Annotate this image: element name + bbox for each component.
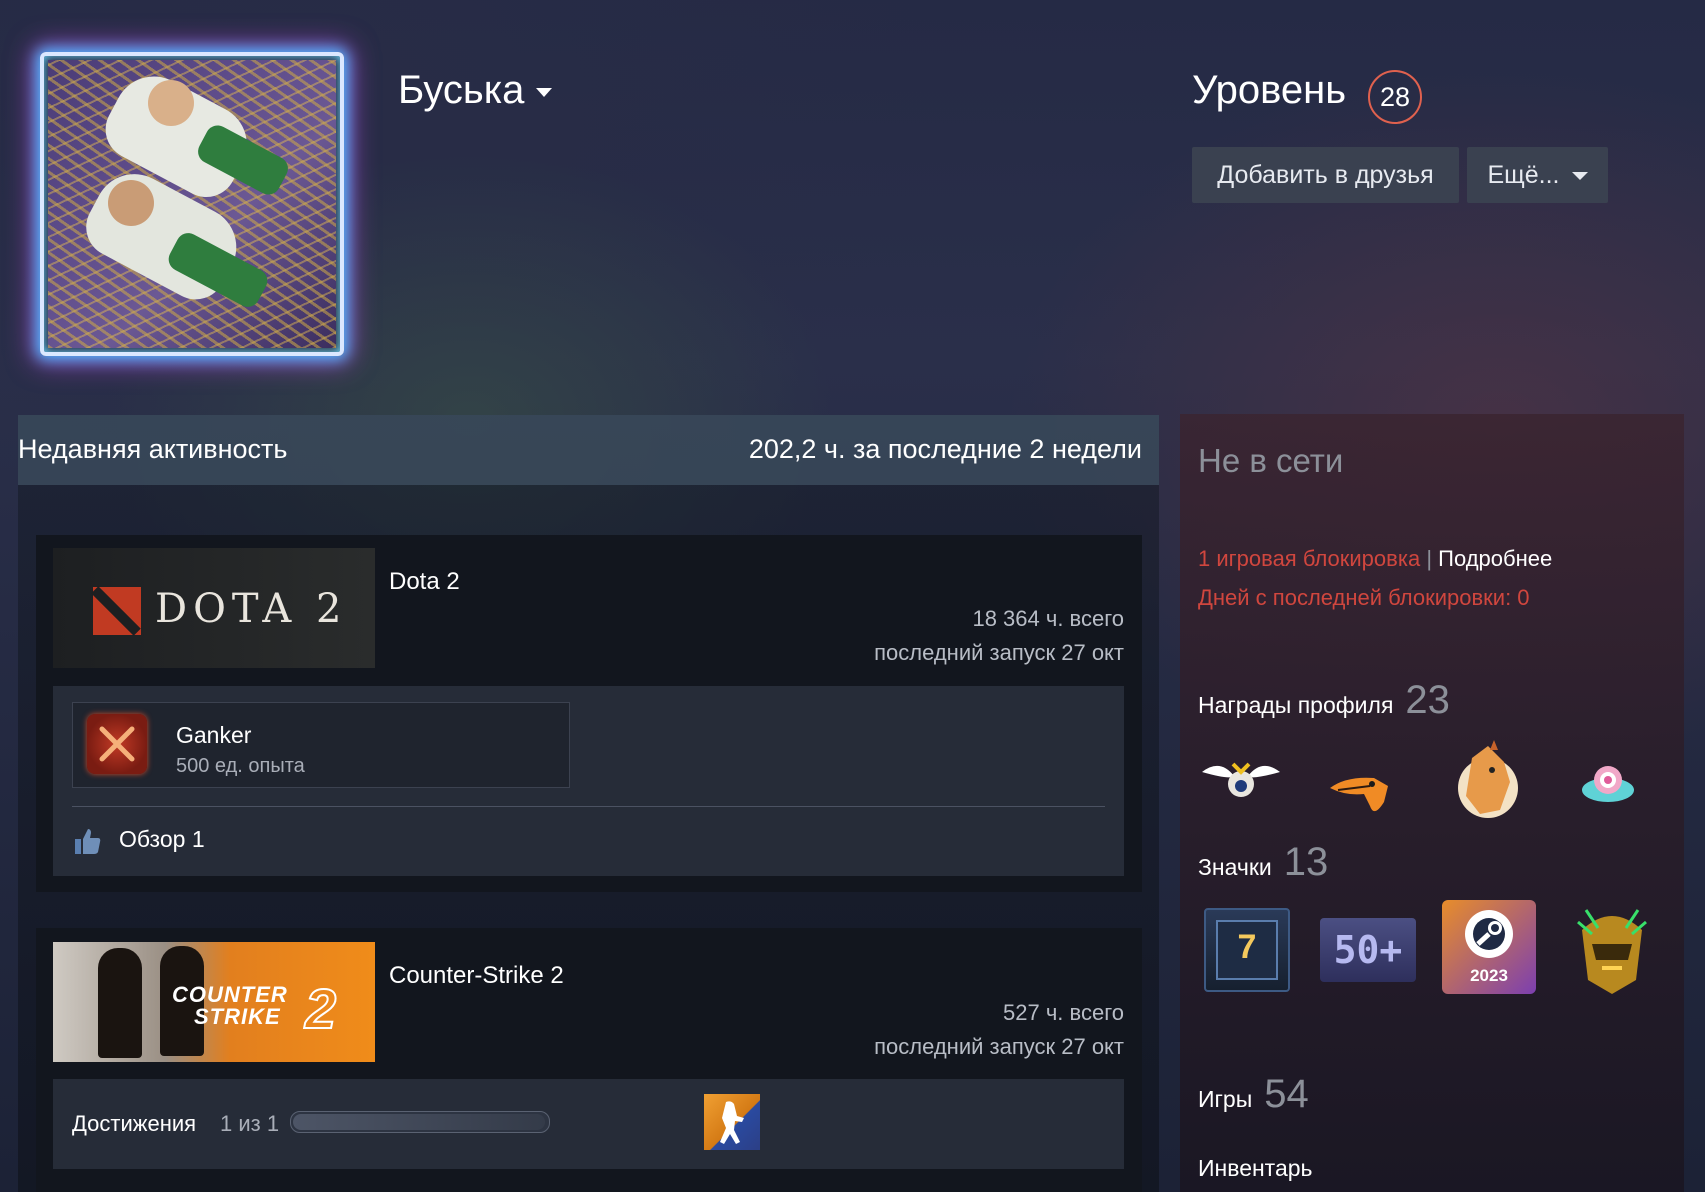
cs-capsule-line2: STRIKE	[194, 1004, 281, 1029]
achievement-icon	[87, 714, 147, 774]
badges-count: 13	[1283, 840, 1329, 884]
helmet-badge[interactable]	[1572, 900, 1652, 996]
game-name-link[interactable]: Dota 2	[389, 568, 460, 596]
avatar-frame[interactable]	[40, 52, 344, 356]
awards-label: Награды профиля	[1198, 692, 1394, 718]
game-stats: 527 ч. всего последний запуск 27 окт	[874, 996, 1124, 1064]
avatar	[48, 60, 336, 348]
horse-award-icon[interactable]	[1452, 740, 1524, 827]
cs-capsule-text: COUNTER STRIKE	[172, 984, 288, 1028]
avatar-figure	[108, 180, 154, 226]
years-badge-number: 7	[1237, 928, 1257, 966]
cs-soldier-figure	[98, 948, 142, 1058]
divider	[72, 806, 1105, 807]
years-of-service-badge[interactable]: 7	[1204, 908, 1290, 992]
ban-info: 1 игровая блокировка | Подробнее	[1198, 546, 1552, 572]
ban-details-link[interactable]: Подробнее	[1438, 546, 1552, 571]
cs-capsule-line1: COUNTER	[172, 982, 288, 1007]
chevron-down-icon	[1571, 172, 1588, 181]
avatar-figure	[148, 80, 194, 126]
game-details-cs2	[53, 1079, 1124, 1169]
game-total-hours: 527 ч. всего	[1003, 1000, 1124, 1025]
games-label: Игры	[1198, 1086, 1253, 1112]
game-name-link[interactable]: Counter-Strike 2	[389, 962, 564, 990]
games-owned-badge[interactable]: 50+	[1320, 918, 1416, 982]
games-row[interactable]: Игры 54	[1198, 1072, 1309, 1117]
game-last-played: последний запуск 27 окт	[874, 1034, 1124, 1059]
game-stats: 18 364 ч. всего последний запуск 27 окт	[874, 602, 1124, 670]
achievement-name: Ganker	[176, 722, 252, 748]
inventory-link[interactable]: Инвентарь	[1198, 1155, 1313, 1182]
badges-row[interactable]: Значки 13	[1198, 840, 1328, 885]
add-friend-button[interactable]: Добавить в друзья	[1192, 147, 1459, 203]
ban-count: 1 игровая блокировка	[1198, 546, 1421, 571]
badges-label: Значки	[1198, 854, 1272, 880]
year-review-badge[interactable]: 2023	[1442, 900, 1536, 994]
game-total-hours: 18 364 ч. всего	[972, 606, 1124, 631]
awards-count: 23	[1405, 678, 1450, 722]
achievement-xp: 500 ед. опыта	[176, 755, 305, 777]
thumbs-up-icon	[72, 826, 102, 856]
games-owned-badge-text: 50+	[1333, 928, 1403, 972]
ban-separator: |	[1426, 546, 1433, 571]
achievements-progress-fill	[293, 1114, 545, 1130]
chevron-down-icon	[536, 87, 553, 97]
more-label: Ещё...	[1487, 161, 1560, 189]
more-button[interactable]: Ещё...	[1467, 147, 1608, 203]
cs-capsule-number: 2	[304, 976, 337, 1041]
achievements-progress-bar	[290, 1111, 550, 1133]
steam-logo-icon	[1465, 910, 1513, 958]
awards-row[interactable]: Награды профиля 23	[1198, 678, 1450, 723]
inventory-label: Инвентарь	[1198, 1155, 1313, 1181]
online-status: Не в сети	[1198, 442, 1344, 479]
bird-award-icon[interactable]	[1200, 750, 1282, 813]
profile-name: Буська	[398, 68, 525, 112]
cs2-achievement-icon[interactable]	[704, 1094, 760, 1150]
add-friend-label: Добавить в друзья	[1217, 161, 1434, 189]
dota-logo-icon	[93, 587, 141, 635]
games-count: 54	[1264, 1072, 1309, 1116]
cloud-award-icon[interactable]	[1580, 762, 1636, 809]
achievements-count: 1 из 1	[220, 1111, 280, 1136]
achievements-link[interactable]: Достижения	[72, 1111, 196, 1137]
profile-name-menu[interactable]: Буська	[398, 68, 553, 113]
review-link[interactable]: Обзор 1	[119, 826, 205, 853]
lizard-award-icon[interactable]	[1326, 762, 1398, 825]
level-label: Уровень	[1192, 68, 1347, 112]
recent-activity-title: Недавняя активность	[18, 434, 288, 464]
recent-activity-hours: 202,2 ч. за последние 2 недели	[748, 434, 1142, 464]
days-since-ban: Дней с последней блокировки: 0	[1198, 585, 1530, 610]
dota-capsule-text: DOTA 2	[155, 586, 348, 632]
level-badge: 28	[1368, 70, 1422, 124]
year-review-badge-year: 2023	[1470, 966, 1508, 985]
game-last-played: последний запуск 27 окт	[874, 640, 1124, 665]
